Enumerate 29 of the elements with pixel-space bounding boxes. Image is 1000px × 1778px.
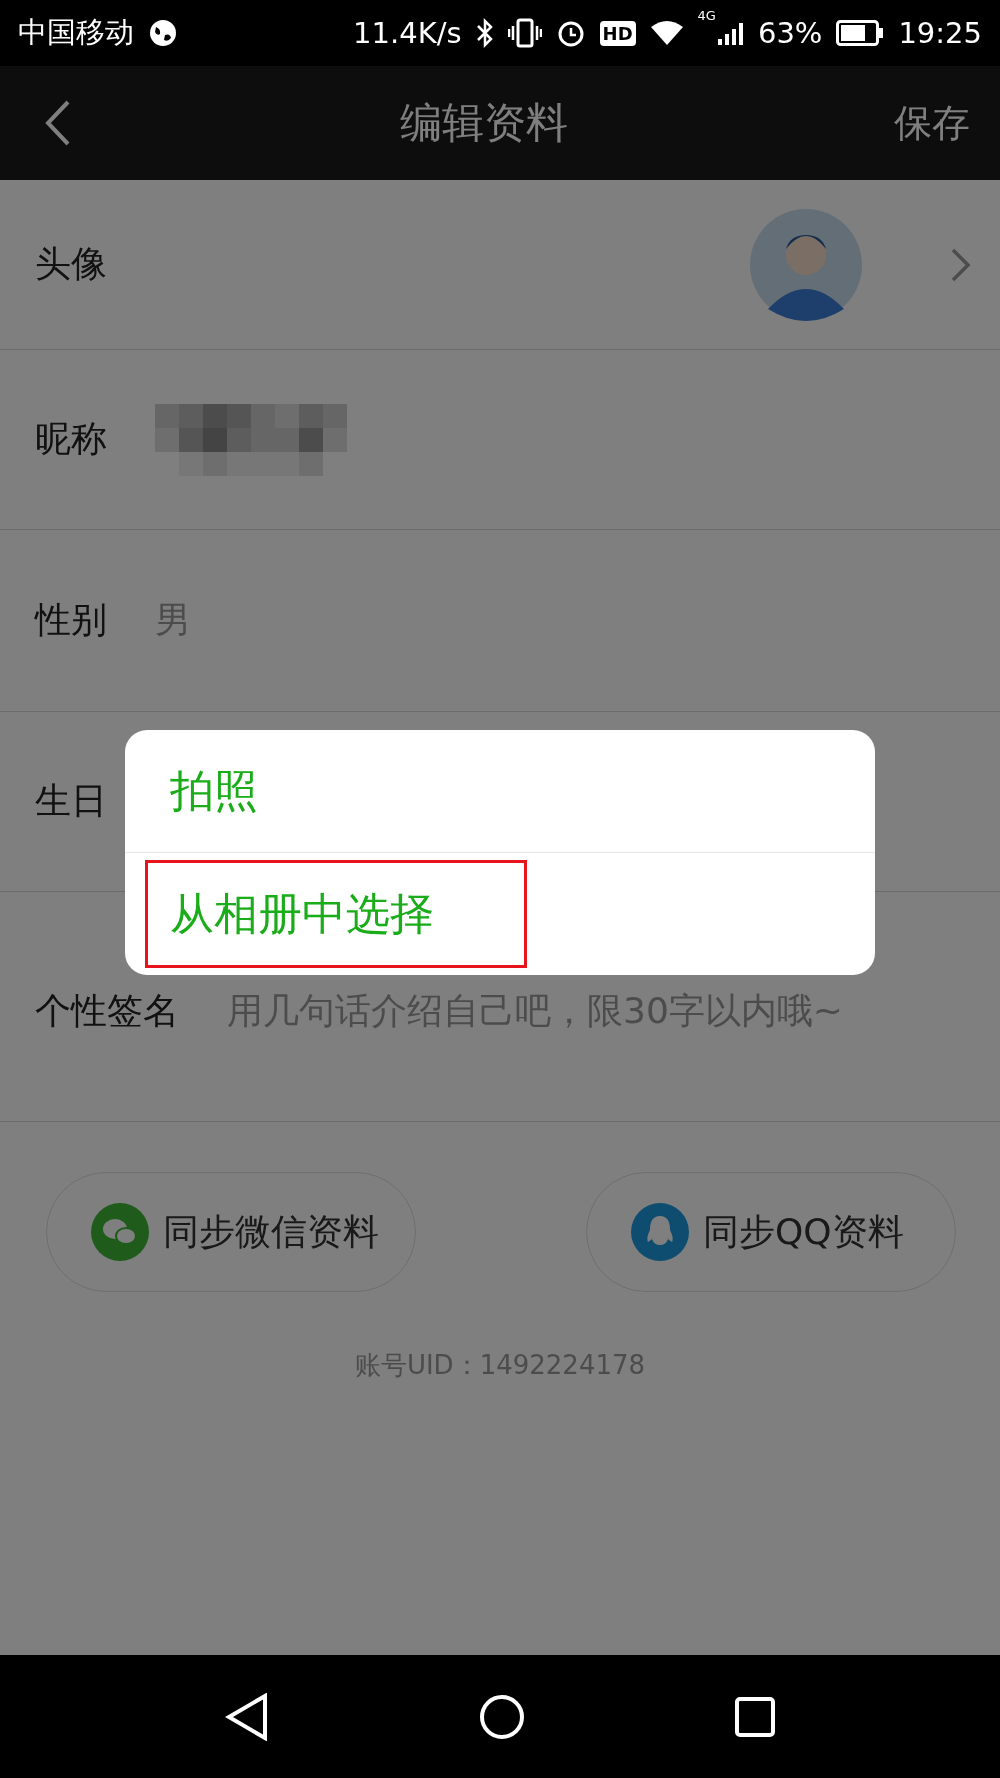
network-speed: 11.4K/s [353, 16, 462, 50]
clock-time: 19:25 [898, 16, 982, 50]
wifi-icon [649, 19, 684, 47]
page-title: 编辑资料 [400, 97, 568, 149]
carrier-name: 中国移动 [18, 14, 134, 51]
hd-badge: HD [599, 20, 636, 46]
field-label: 个性签名 [35, 989, 179, 1033]
dialog-option[interactable]: 拍照 [145, 737, 261, 845]
recent-apps-icon[interactable] [735, 1696, 775, 1737]
back-triangle-icon[interactable] [225, 1692, 269, 1741]
bluetooth-icon [475, 18, 494, 48]
battery-percent: 63% [757, 16, 823, 50]
globe-icon [148, 18, 178, 48]
network-type: 4G [697, 8, 716, 23]
avatar-icon[interactable] [750, 208, 862, 321]
sync-button[interactable]: 同步QQ资料 [586, 1172, 956, 1292]
chat-bubbles-icon [91, 1203, 149, 1261]
field-label: 头像 [35, 242, 107, 286]
battery-icon [836, 20, 885, 46]
chevron-right-icon [950, 246, 972, 283]
sync-button[interactable]: 同步微信资料 [46, 1172, 416, 1292]
dialog-option[interactable]: 从相册中选择 [145, 860, 527, 968]
penguin-icon [631, 1203, 689, 1261]
field-label: 生日 [35, 779, 107, 823]
field-label: 性别 [35, 598, 107, 642]
home-circle-icon[interactable] [479, 1693, 525, 1740]
vibrate-icon [507, 18, 542, 48]
field-label: 昵称 [35, 417, 107, 461]
save-button[interactable]: 保存 [894, 97, 970, 149]
